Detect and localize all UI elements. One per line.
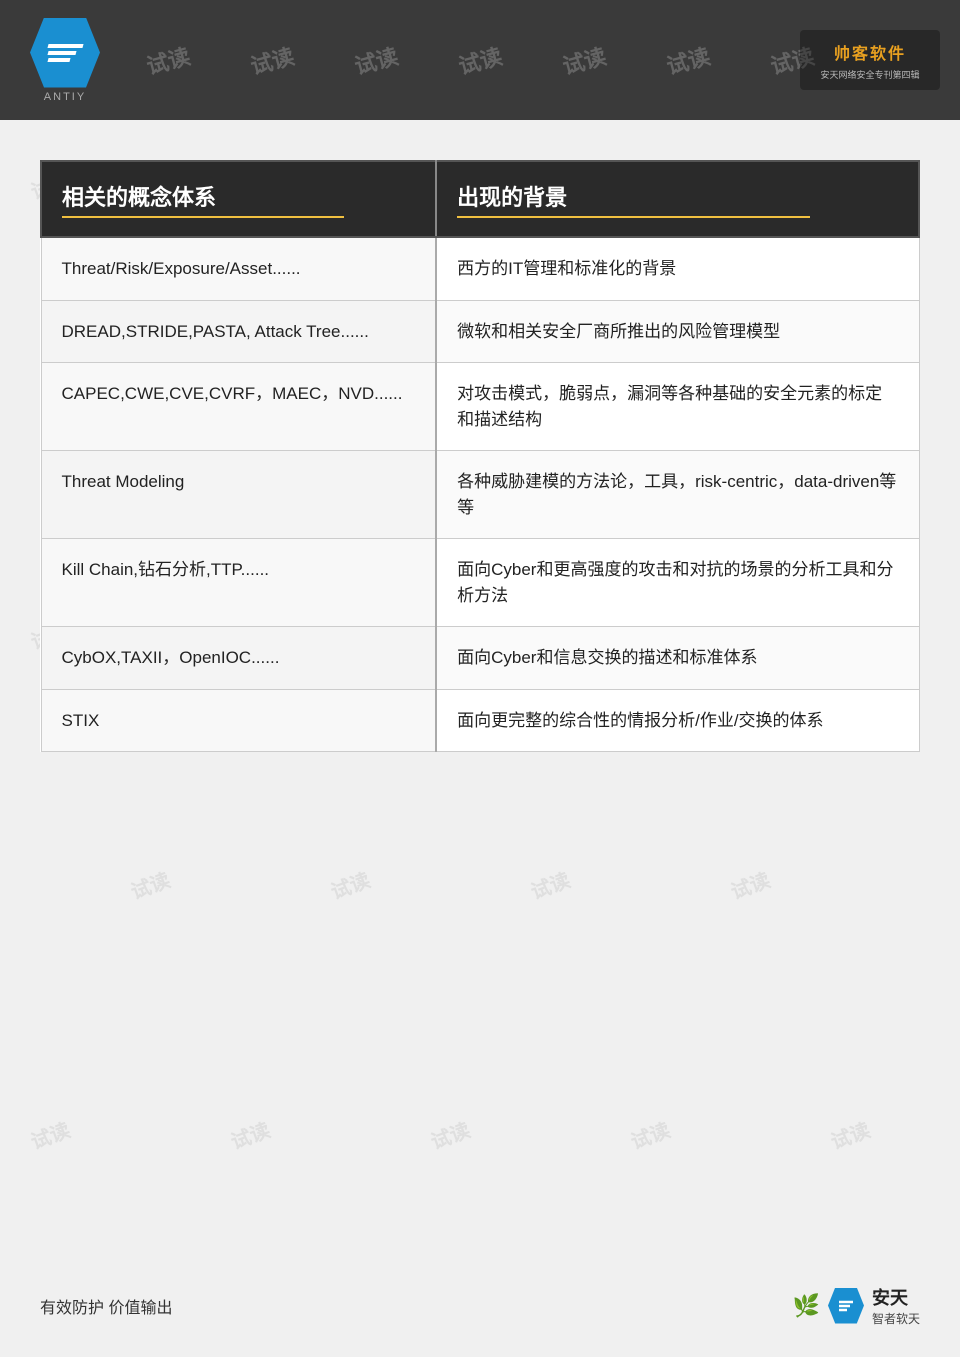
footer-brand-sub: 智者软天 bbox=[872, 1310, 920, 1327]
table-cell-col2: 面向更完整的综合性的情报分析/作业/交换的体系 bbox=[436, 689, 919, 752]
pwm-body-16: 试读 bbox=[326, 864, 374, 905]
footer-bird-icon: 🌿 bbox=[793, 1293, 820, 1319]
pwm-body-22: 试读 bbox=[626, 1114, 674, 1155]
pwm-body-18: 试读 bbox=[726, 864, 774, 905]
table-row: CAPEC,CWE,CVE,CVRF，MAEC，NVD......对攻击模式，脆… bbox=[41, 363, 919, 451]
logo-shape bbox=[30, 18, 100, 88]
col1-header-text: 相关的概念体系 bbox=[62, 185, 216, 210]
table-row: Threat Modeling各种威胁建模的方法论，工具，risk-centri… bbox=[41, 451, 919, 539]
table-container: 相关的概念体系 出现的背景 Threat/Risk/Exposure/Asset… bbox=[40, 160, 920, 752]
col1-underline bbox=[62, 216, 344, 218]
logo-line-1 bbox=[47, 44, 83, 48]
table-cell-col2: 西方的IT管理和标准化的背景 bbox=[436, 237, 919, 300]
footer-left-text: 有效防护 价值输出 bbox=[40, 1294, 172, 1318]
logo-text: ANTIY bbox=[44, 91, 86, 103]
table-cell-col2: 对攻击模式，脆弱点，漏洞等各种基础的安全元素的标定和描述结构 bbox=[436, 363, 919, 451]
header-right: 帅客软件 安天网络安全专刊第四辑 bbox=[780, 20, 940, 100]
logo-line-2 bbox=[47, 51, 76, 55]
header: ANTIY 试读 试读 试读 试读 试读 试读 试读 帅客软件 安天网络安全专刊… bbox=[0, 0, 960, 120]
logo-lines bbox=[48, 44, 83, 62]
wm-2: 试读 bbox=[247, 39, 298, 81]
wm-1: 试读 bbox=[143, 39, 194, 81]
footer-brand-area: 安天 智者软天 bbox=[872, 1284, 920, 1327]
table-cell-col1: Threat Modeling bbox=[41, 451, 436, 539]
table-cell-col2: 各种威胁建模的方法论，工具，risk-centric，data-driven等等 bbox=[436, 451, 919, 539]
col2-underline bbox=[457, 216, 810, 218]
pwm-body-19: 试读 bbox=[26, 1114, 74, 1155]
logo-line-3 bbox=[47, 58, 70, 62]
table-cell-col1: CAPEC,CWE,CVE,CVRF，MAEC，NVD...... bbox=[41, 363, 436, 451]
pwm-body-23: 试读 bbox=[826, 1114, 874, 1155]
main-table: 相关的概念体系 出现的背景 Threat/Risk/Exposure/Asset… bbox=[40, 160, 920, 752]
table-row: CybOX,TAXII，OpenIOC......面向Cyber和信息交换的描述… bbox=[41, 627, 919, 690]
header-right-logo: 帅客软件 安天网络安全专刊第四辑 bbox=[800, 30, 940, 90]
footer-logo-svg bbox=[836, 1296, 856, 1316]
table-cell-col1: STIX bbox=[41, 689, 436, 752]
table-cell-col2: 面向Cyber和信息交换的描述和标准体系 bbox=[436, 627, 919, 690]
table-cell-col1: Kill Chain,钻石分析,TTP...... bbox=[41, 539, 436, 627]
wm-5: 试读 bbox=[559, 39, 610, 81]
footer-right: 🌿 安天 智者软天 bbox=[793, 1284, 920, 1327]
right-logo-sub: 安天网络安全专刊第四辑 bbox=[820, 68, 919, 81]
watermark-row: 试读 试读 试读 试读 试读 试读 试读 bbox=[146, 44, 814, 76]
col1-header: 相关的概念体系 bbox=[41, 161, 436, 237]
table-row: Threat/Risk/Exposure/Asset......西方的IT管理和… bbox=[41, 237, 919, 300]
col2-header-text: 出现的背景 bbox=[457, 185, 567, 210]
wm-3: 试读 bbox=[351, 39, 402, 81]
logo: ANTIY bbox=[20, 15, 110, 105]
table-row: Kill Chain,钻石分析,TTP......面向Cyber和更高强度的攻击… bbox=[41, 539, 919, 627]
footer: 有效防护 价值输出 🌿 安天 智者软天 bbox=[0, 1284, 960, 1327]
main-content: 相关的概念体系 出现的背景 Threat/Risk/Exposure/Asset… bbox=[0, 120, 960, 782]
col2-header: 出现的背景 bbox=[436, 161, 919, 237]
table-cell-col1: DREAD,STRIDE,PASTA, Attack Tree...... bbox=[41, 300, 436, 363]
table-cell-col2: 面向Cyber和更高强度的攻击和对抗的场景的分析工具和分析方法 bbox=[436, 539, 919, 627]
table-row: DREAD,STRIDE,PASTA, Attack Tree......微软和… bbox=[41, 300, 919, 363]
table-cell-col2: 微软和相关安全厂商所推出的风险管理模型 bbox=[436, 300, 919, 363]
pwm-body-20: 试读 bbox=[226, 1114, 274, 1155]
wm-4: 试读 bbox=[455, 39, 506, 81]
wm-6: 试读 bbox=[663, 39, 714, 81]
right-logo-title: 帅客软件 bbox=[820, 40, 919, 64]
table-cell-col1: CybOX,TAXII，OpenIOC...... bbox=[41, 627, 436, 690]
table-row: STIX面向更完整的综合性的情报分析/作业/交换的体系 bbox=[41, 689, 919, 752]
pwm-body-21: 试读 bbox=[426, 1114, 474, 1155]
table-body: Threat/Risk/Exposure/Asset......西方的IT管理和… bbox=[41, 237, 919, 752]
pwm-body-17: 试读 bbox=[526, 864, 574, 905]
pwm-body-15: 试读 bbox=[126, 864, 174, 905]
table-cell-col1: Threat/Risk/Exposure/Asset...... bbox=[41, 237, 436, 300]
footer-brand: 安天 bbox=[872, 1284, 920, 1310]
footer-antiy-icon bbox=[828, 1288, 864, 1324]
